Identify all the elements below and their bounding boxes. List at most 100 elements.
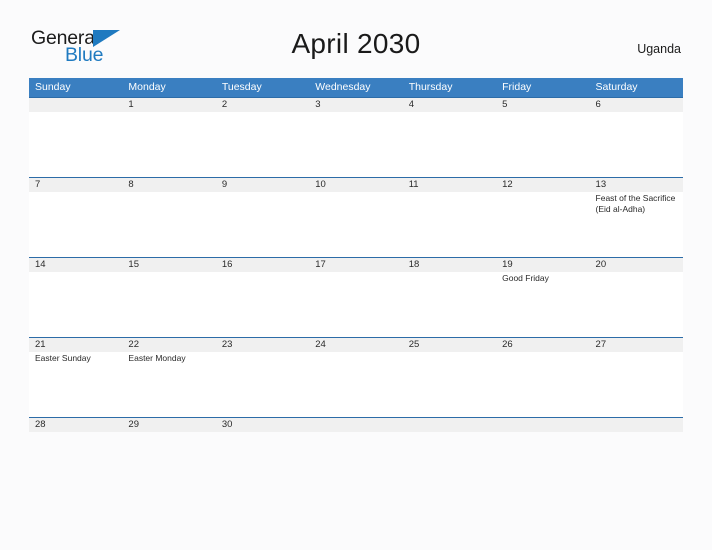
calendar-day-cell-10[interactable]: 10 [309,178,403,257]
calendar-day-cell-empty [29,98,123,177]
holiday-event: Easter Monday [128,353,186,363]
day-number [496,418,589,432]
day-of-week-header-sunday: Sunday [35,81,71,93]
day-number: 22 [128,339,139,350]
day-events [496,192,589,193]
day-number: 25 [408,339,420,350]
holiday-event: Easter Sunday [35,353,91,363]
day-events [403,272,496,273]
day-events [309,272,402,273]
day-events [590,272,683,273]
day-of-week-header-tuesday: Tuesday [221,81,262,93]
day-events [29,192,122,193]
day-number: 10 [315,179,326,190]
country-label: Uganda [637,42,681,56]
day-events [29,432,122,433]
day-number: 24 [315,339,326,350]
calendar-week-row: 7 8 9 10 11 12 13 Feast of the Sacrifice (Eid a… [29,177,683,257]
calendar-day-cell-29[interactable]: 29 [122,418,216,432]
day-of-week-header-saturday: Saturday [595,81,638,93]
day-events [403,352,496,353]
day-number: 1 [128,99,134,110]
day-number: 13 [595,179,607,190]
calendar-day-cell-3[interactable]: 3 [309,98,403,177]
calendar-week-row: 14 15 16 17 18 19 Good Friday 20 [29,257,683,337]
day-events [122,272,215,273]
calendar-day-cell-21[interactable]: 21 Easter Sunday [29,338,123,417]
day-number: 29 [128,419,139,430]
calendar-day-cell-17[interactable]: 17 [309,258,403,337]
calendar-day-cell-7[interactable]: 7 [29,178,123,257]
day-number: 7 [35,179,41,190]
day-events [122,192,215,193]
calendar-day-cell-empty [496,418,590,432]
calendar-day-cell-26[interactable]: 26 [496,338,590,417]
calendar-day-cell-4[interactable]: 4 [402,98,497,177]
calendar-day-cell-5[interactable]: 5 [496,98,590,177]
calendar-day-cell-19[interactable]: 19 Good Friday [496,258,590,337]
day-of-week-header-friday: Friday [502,81,532,93]
calendar-day-cell-13[interactable]: 13 Feast of the Sacrifice (Eid al-Adha) [589,178,683,257]
calendar-day-cell-empty [309,418,403,432]
day-events [29,112,122,113]
day-number: 16 [221,259,233,270]
day-events [29,272,122,273]
day-events: Good Friday [496,272,589,284]
day-number: 18 [408,259,420,270]
day-number: 2 [221,99,228,110]
day-number: 9 [221,179,228,190]
holiday-event: Feast of the Sacrifice (Eid al-Adha) [595,193,676,214]
calendar-day-cell-15[interactable]: 15 [122,258,216,337]
calendar-day-cell-22[interactable]: 22 Easter Monday [122,338,216,417]
calendar-day-cell-24[interactable]: 24 [309,338,403,417]
day-number: 20 [595,259,607,270]
calendar-day-cell-1[interactable]: 1 [122,98,216,177]
day-number: 21 [35,339,46,350]
day-events [216,272,309,273]
day-number: 19 [502,259,513,270]
day-events [403,432,496,433]
calendar-day-cell-30[interactable]: 30 [215,418,310,432]
calendar-day-cell-6[interactable]: 6 [589,98,683,177]
calendar-grid: Sunday Monday Tuesday Wednesday Thursday Frid… [29,78,683,432]
day-events: Easter Sunday [29,352,122,364]
calendar-day-cell-11[interactable]: 11 [402,178,497,257]
calendar-day-cell-23[interactable]: 23 [215,338,310,417]
calendar-day-cell-12[interactable]: 12 [496,178,590,257]
calendar-day-cell-empty [402,418,497,433]
page-header: General Blue April 2030 Uganda [0,0,712,65]
day-number: 28 [35,419,46,430]
day-number: 6 [595,99,601,110]
calendar-day-cell-8[interactable]: 8 [122,178,216,257]
day-events [496,352,589,353]
calendar-week-row: 1 2 3 4 5 6 [29,97,683,177]
day-number: 3 [315,99,321,110]
calendar-day-cell-20[interactable]: 20 [589,258,683,337]
calendar-day-cell-27[interactable]: 27 [589,338,683,417]
calendar-day-cell-empty [589,418,683,433]
day-number: 26 [502,339,513,350]
day-events [590,432,683,433]
calendar-day-cell-16[interactable]: 16 [215,258,310,337]
day-number: 11 [408,179,419,190]
day-events [216,112,309,113]
day-events [122,112,215,113]
day-of-week-header-row: Sunday Monday Tuesday Wednesday Thursday Frid… [29,78,683,97]
calendar-weeks: 1 2 3 4 5 6 7 8 9 10 11 12 13 Feast of the Sacrifice … [29,97,683,432]
day-number [29,98,122,112]
day-number: 12 [502,179,513,190]
day-events [403,112,496,113]
calendar-day-cell-28[interactable]: 28 [29,418,123,433]
day-events [496,112,589,113]
day-events [403,192,496,193]
day-events [216,192,309,193]
day-events: Feast of the Sacrifice (Eid al-Adha) [590,192,683,214]
calendar-day-cell-9[interactable]: 9 [215,178,310,257]
calendar-day-cell-18[interactable]: 18 [402,258,497,337]
calendar-day-cell-2[interactable]: 2 [215,98,310,177]
day-events [590,112,683,113]
day-number: 17 [315,259,326,270]
calendar-day-cell-14[interactable]: 14 [29,258,123,337]
calendar-day-cell-25[interactable]: 25 [402,338,497,417]
day-of-week-header-thursday: Thursday [408,81,453,93]
